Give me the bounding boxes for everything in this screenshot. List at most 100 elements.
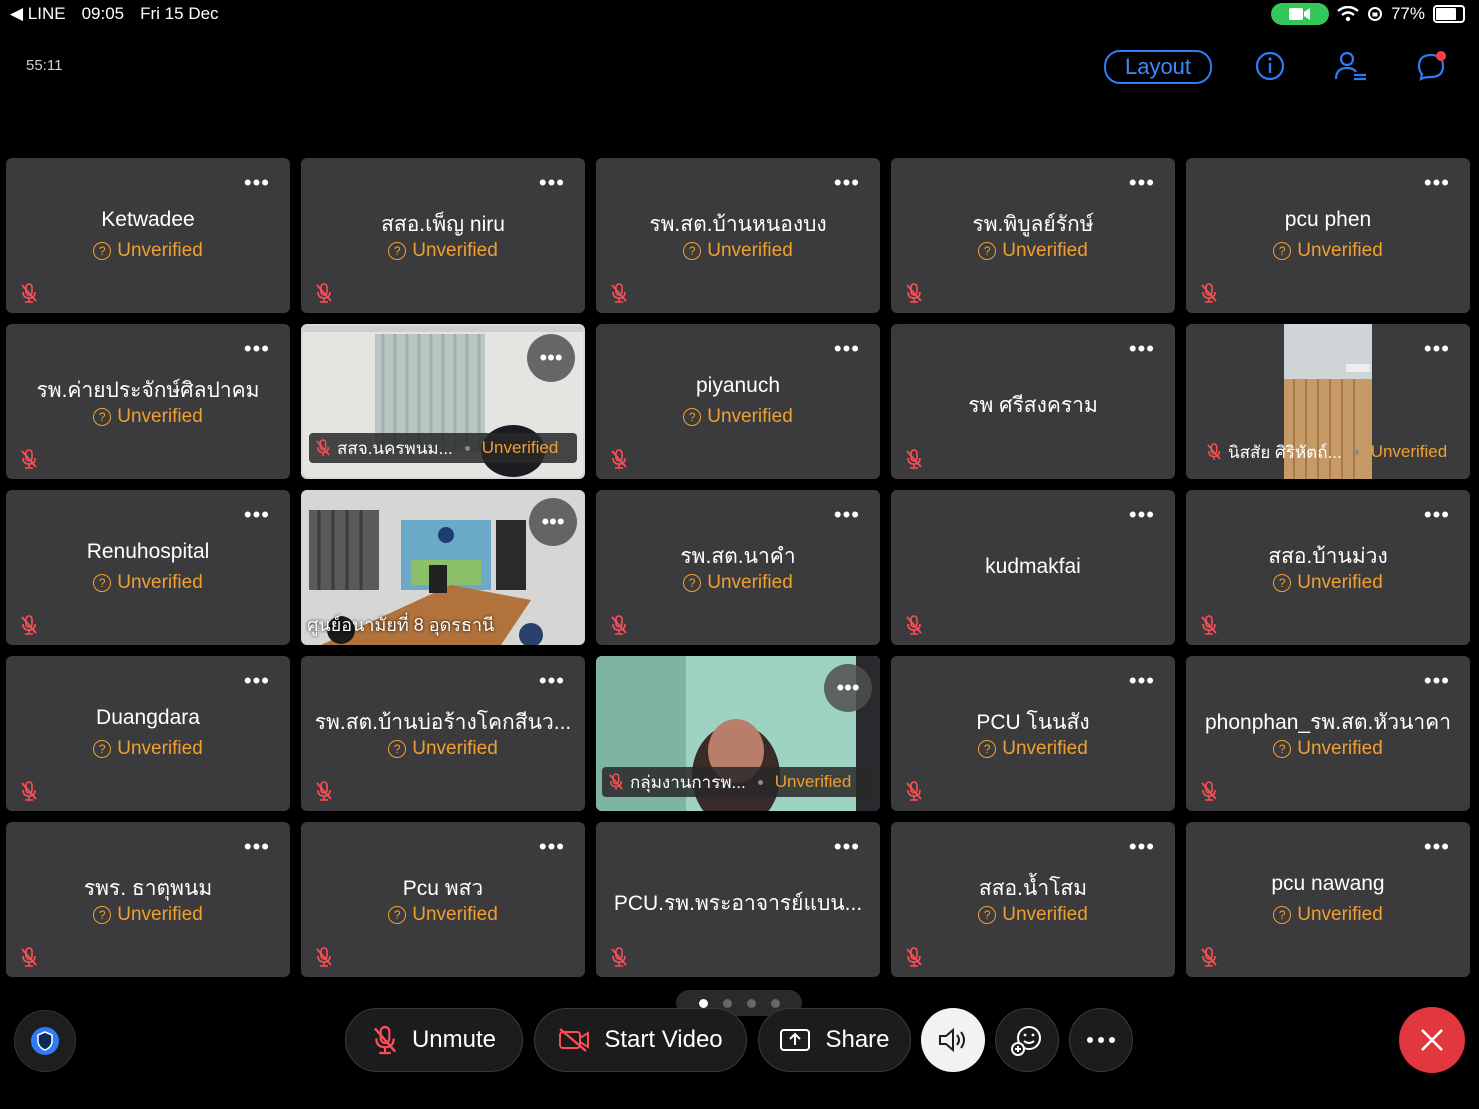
participant-tile[interactable]: ••• PCU.รพ.พระอาจารย์แบน...	[596, 822, 880, 977]
date: Fri 15 Dec	[140, 4, 219, 23]
participant-name: รพ.สต.นาคำ	[680, 545, 796, 568]
more-options-icon[interactable]: •••	[1129, 172, 1155, 194]
close-icon	[1421, 1029, 1443, 1051]
participant-tile[interactable]: ••• รพ.สต.นาคำ ? Unverified	[596, 490, 880, 645]
mic-muted-icon	[21, 615, 37, 635]
participant-tile[interactable]: ••• kudmakfai	[891, 490, 1175, 645]
participant-name: สสจ.นครพนม...	[337, 438, 453, 458]
participant-tile[interactable]: ••• รพ.พิบูลย์รักษ์ ? Unverified	[891, 158, 1175, 313]
question-icon: ?	[388, 242, 407, 260]
participant-name: รพร. ธาตุพนม	[83, 877, 213, 900]
question-icon: ?	[1273, 740, 1292, 758]
leave-meeting-button[interactable]	[1399, 1007, 1465, 1073]
unverified-badge: ? Unverified	[891, 904, 1175, 926]
participant-name: pcu phen	[1284, 208, 1372, 231]
participant-tile[interactable]: ••• รพ.สต.บ้านบ่อร้างโคกสีนว... ? Unverif…	[301, 656, 585, 811]
unverified-badge: ? Unverified	[6, 572, 290, 594]
share-button[interactable]: Share	[758, 1008, 911, 1072]
more-options-icon[interactable]: •••	[834, 338, 860, 360]
mic-muted-icon	[906, 947, 922, 967]
more-options-icon[interactable]: •••	[834, 836, 860, 858]
participant-video-tile[interactable]: ••• นิสสัย ศิริหัตถ์... Unverified	[1186, 324, 1470, 479]
reactions-button[interactable]	[995, 1008, 1059, 1072]
more-options-icon[interactable]: •••	[834, 172, 860, 194]
video-name-label: นิสสัย ศิริหัตถ์... Unverified	[1200, 437, 1464, 467]
mic-muted-icon	[373, 1025, 397, 1055]
question-icon: ?	[683, 408, 702, 426]
participant-tile[interactable]: ••• phonphan_รพ.สต.หัวนาคา ? Unverified	[1186, 656, 1470, 811]
participant-name: Duangdara	[96, 706, 200, 729]
participant-tile[interactable]: ••• pcu phen ? Unverified	[1186, 158, 1470, 313]
unverified-badge: ? Unverified	[596, 240, 880, 262]
page-dot[interactable]	[770, 998, 780, 1008]
more-options-icon[interactable]: •••	[244, 338, 270, 360]
more-options-icon[interactable]: •••	[1424, 172, 1450, 194]
more-options-icon[interactable]: •••	[834, 504, 860, 526]
speaker-button[interactable]	[921, 1008, 985, 1072]
page-dot[interactable]	[698, 998, 708, 1008]
question-icon: ?	[978, 906, 997, 924]
participant-tile[interactable]: ••• สสอ.น้ำโสม ? Unverified	[891, 822, 1175, 977]
participant-tile[interactable]: ••• piyanuch ? Unverified	[596, 324, 880, 479]
question-icon: ?	[1273, 906, 1292, 924]
participant-tile[interactable]: ••• รพ ศรีสงคราม	[891, 324, 1175, 479]
share-screen-icon	[780, 1029, 811, 1051]
more-options-icon[interactable]: •••	[1129, 670, 1155, 692]
more-options-icon[interactable]: •••	[1424, 338, 1450, 360]
participant-tile[interactable]: ••• Duangdara ? Unverified	[6, 656, 290, 811]
more-options-icon[interactable]: •••	[824, 664, 872, 712]
unmute-button[interactable]: Unmute	[345, 1008, 523, 1072]
participant-name: kudmakfai	[985, 555, 1081, 578]
participant-tile[interactable]: ••• สสอ.บ้านม่วง ? Unverified	[1186, 490, 1470, 645]
participants-icon[interactable]	[1332, 48, 1368, 84]
more-options-icon[interactable]: •••	[1424, 670, 1450, 692]
more-options-icon[interactable]: •••	[244, 504, 270, 526]
wifi-icon	[1337, 6, 1359, 22]
more-options-icon[interactable]: •••	[527, 334, 575, 382]
page-dot[interactable]	[722, 998, 732, 1008]
more-options-icon[interactable]: •••	[244, 670, 270, 692]
more-options-icon[interactable]: •••	[1424, 836, 1450, 858]
more-options-icon[interactable]: •••	[1129, 836, 1155, 858]
start-video-button[interactable]: Start Video	[534, 1008, 747, 1072]
clock: 09:05	[81, 4, 125, 23]
participant-video-tile[interactable]: ••• ศูนย์อนามัยที่ 8 อุดรธานี	[301, 490, 585, 645]
more-options-icon[interactable]: •••	[1129, 338, 1155, 360]
participant-name: สสอ.น้ำโสม	[978, 877, 1088, 900]
more-options-icon[interactable]: •••	[539, 172, 565, 194]
unverified-badge: ? Unverified	[1186, 904, 1470, 926]
participant-video-tile[interactable]: ••• สสจ.นครพนม... Unverified	[301, 324, 585, 479]
layout-button[interactable]: Layout	[1104, 50, 1212, 84]
mic-muted-icon	[1201, 947, 1217, 967]
unverified-badge: ? Unverified	[891, 738, 1175, 760]
mic-muted-icon	[1201, 615, 1217, 635]
more-options-icon[interactable]: •••	[244, 172, 270, 194]
participant-video-tile[interactable]: ••• กลุ่มงานการพ... Unverified	[596, 656, 880, 811]
more-options-icon[interactable]: •••	[1129, 504, 1155, 526]
back-to-app-link[interactable]: ◀ LINE	[10, 4, 66, 24]
more-button[interactable]	[1069, 1008, 1133, 1072]
participant-name: นิสสัย ศิริหัตถ์...	[1228, 442, 1342, 462]
participant-tile[interactable]: ••• รพ.สต.บ้านหนองบง ? Unverified	[596, 158, 880, 313]
participant-name: รพ.ค่ายประจักษ์ศิลปาคม	[36, 379, 260, 402]
participant-tile[interactable]: ••• รพร. ธาตุพนม ? Unverified	[6, 822, 290, 977]
participant-tile[interactable]: ••• PCU โนนสัง ? Unverified	[891, 656, 1175, 811]
more-options-icon[interactable]: •••	[539, 836, 565, 858]
more-options-icon[interactable]: •••	[1424, 504, 1450, 526]
question-icon: ?	[93, 242, 112, 260]
shield-icon	[31, 1027, 59, 1055]
info-icon[interactable]	[1252, 48, 1288, 84]
more-options-icon[interactable]: •••	[244, 836, 270, 858]
participant-tile[interactable]: ••• Pcu พสว ? Unverified	[301, 822, 585, 977]
security-button[interactable]	[14, 1010, 76, 1072]
page-dot[interactable]	[746, 998, 756, 1008]
participant-tile[interactable]: ••• pcu nawang ? Unverified	[1186, 822, 1470, 977]
participant-tile[interactable]: ••• สสอ.เพ็ญ niru ? Unverified	[301, 158, 585, 313]
chat-icon[interactable]	[1413, 48, 1449, 84]
more-options-icon[interactable]: •••	[539, 670, 565, 692]
more-options-icon[interactable]: •••	[529, 498, 577, 546]
participant-tile[interactable]: ••• Ketwadee ? Unverified	[6, 158, 290, 313]
orientation-lock-icon	[1367, 7, 1382, 21]
participant-tile[interactable]: ••• รพ.ค่ายประจักษ์ศิลปาคม ? Unverified	[6, 324, 290, 479]
participant-tile[interactable]: ••• Renuhospital ? Unverified	[6, 490, 290, 645]
